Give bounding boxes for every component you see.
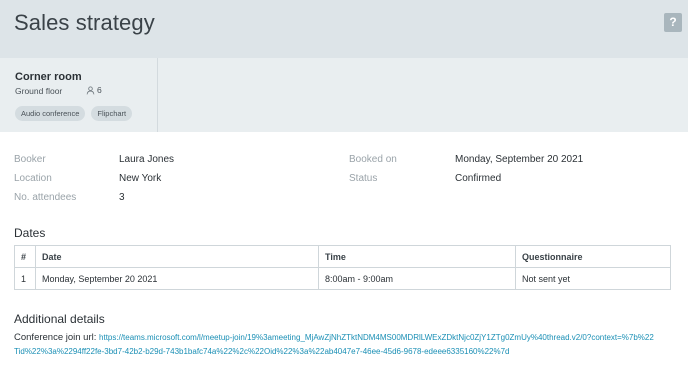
attendees-label: No. attendees	[14, 192, 77, 203]
page-title: Sales strategy	[14, 10, 155, 35]
room-name: Corner room	[15, 71, 82, 83]
room-tags: Audio conference Flipchart	[15, 106, 133, 121]
dates-section-title: Dates	[14, 226, 46, 240]
column-header-questionnaire: Questionnaire	[515, 245, 671, 268]
column-header-time: Time	[318, 245, 516, 268]
room-floor: Ground floor	[15, 86, 63, 96]
room-card[interactable]: Corner room Ground floor 6 Audio confere…	[0, 58, 158, 132]
attendees-value: 3	[119, 192, 125, 203]
booked-on-label: Booked on	[349, 154, 397, 165]
status-label: Status	[349, 173, 378, 184]
row-questionnaire: Not sent yet	[515, 267, 671, 290]
row-number: 1	[14, 267, 36, 290]
booked-on-value: Monday, September 20 2021	[455, 154, 584, 165]
row-date: Monday, September 20 2021	[35, 267, 319, 290]
booker-label: Booker	[14, 154, 46, 165]
conference-url-line: Conference join url: https://teams.micro…	[14, 331, 654, 359]
table-row[interactable]: 1 Monday, September 20 2021 8:00am - 9:0…	[14, 267, 671, 290]
table-header-row: # Date Time Questionnaire	[14, 245, 671, 268]
column-header-number: #	[14, 245, 36, 268]
capacity-value: 6	[97, 85, 102, 95]
booker-value: Laura Jones	[119, 154, 175, 165]
tag-audio-conference: Audio conference	[15, 106, 86, 121]
conference-url-label: Conference join url:	[14, 332, 97, 343]
column-header-date: Date	[35, 245, 319, 268]
location-label: Location	[14, 173, 52, 184]
room-capacity: 6	[86, 85, 102, 95]
help-button[interactable]: ?	[664, 13, 682, 32]
room-band: Corner room Ground floor 6 Audio confere…	[0, 58, 688, 132]
additional-details-title: Additional details	[14, 312, 105, 326]
question-mark-icon: ?	[669, 15, 677, 29]
tag-flipchart: Flipchart	[91, 106, 133, 121]
conference-url-link[interactable]: https://teams.microsoft.com/l/meetup-joi…	[14, 333, 654, 356]
status-value: Confirmed	[455, 173, 502, 184]
location-value: New York	[119, 173, 162, 184]
page-header: Sales strategy ?	[0, 0, 688, 58]
row-time: 8:00am - 9:00am	[318, 267, 516, 290]
person-icon	[86, 85, 95, 95]
dates-table: # Date Time Questionnaire 1 Monday, Sept…	[14, 245, 671, 290]
